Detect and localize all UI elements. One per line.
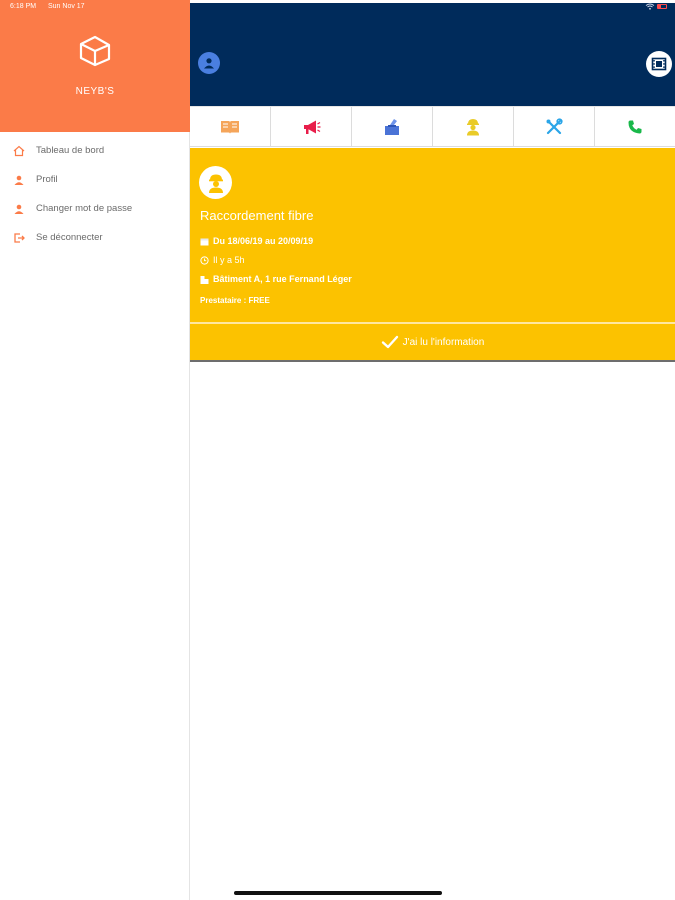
sidebar-item-label: Tableau de bord [36, 145, 105, 156]
worker-icon [467, 118, 479, 135]
status-date: Sun Nov 17 [48, 3, 85, 10]
user-icon [12, 173, 26, 187]
notice-dates: Du 18/06/19 au 20/09/19 [200, 236, 313, 246]
category-vote-button[interactable] [352, 107, 433, 146]
sidebar-item-logout[interactable]: Se déconnecter [0, 223, 190, 252]
sidebar-item-label: Profil [36, 174, 58, 185]
film-icon [651, 57, 667, 71]
cube-logo-icon [78, 34, 112, 68]
profile-avatar-button[interactable] [198, 52, 220, 74]
notice-dates-text: Du 18/06/19 au 20/09/19 [213, 236, 314, 246]
main-content: Raccordement fibre Du 18/06/19 au 20/09/… [190, 0, 675, 900]
user-icon [204, 58, 214, 69]
sidebar: NEYB'S Tableau de bord Profil Changer mo… [0, 0, 190, 900]
logout-icon [12, 231, 26, 245]
sidebar-item-change-password[interactable]: Changer mot de passe [0, 194, 190, 223]
home-icon [12, 144, 26, 158]
app-root: NEYB'S Tableau de bord Profil Changer mo… [0, 0, 675, 900]
phone-icon [628, 120, 642, 133]
notice-age: Il y a 5h [200, 255, 245, 265]
category-maintenance-button[interactable] [514, 107, 595, 146]
ballot-box-icon [385, 118, 399, 135]
notice-location: Bâtiment A, 1 rue Fernand Léger [200, 274, 352, 284]
building-icon [200, 275, 209, 284]
clock-icon [200, 255, 209, 265]
category-bar [190, 106, 675, 147]
sidebar-item-dashboard[interactable]: Tableau de bord [0, 136, 190, 165]
category-info-button[interactable] [190, 107, 271, 146]
notice-provider: Prestataire : FREE [200, 296, 270, 305]
status-time: 6:18 PM [10, 3, 37, 10]
sidebar-menu: Tableau de bord Profil Changer mot de pa… [0, 136, 190, 252]
sidebar-header: NEYB'S [0, 0, 190, 132]
read-confirm-button[interactable]: J'ai lu l'information [190, 322, 675, 362]
category-works-button[interactable] [433, 107, 514, 146]
sidebar-item-label: Se déconnecter [36, 232, 103, 243]
user-lock-icon [12, 202, 26, 216]
home-indicator[interactable] [234, 891, 442, 895]
category-announcement-button[interactable] [271, 107, 352, 146]
book-icon [221, 120, 239, 134]
worker-icon [199, 166, 232, 199]
notice-card[interactable]: Raccordement fibre Du 18/06/19 au 20/09/… [190, 148, 675, 322]
wifi-icon [645, 3, 655, 12]
category-contact-button[interactable] [595, 107, 675, 146]
notice-title: Raccordement fibre [200, 208, 314, 223]
sidebar-item-label: Changer mot de passe [36, 203, 133, 214]
read-confirm-label: J'ai lu l'information [402, 336, 485, 348]
status-bar: 6:18 PM Sun Nov 17 [0, 0, 675, 14]
tools-icon [546, 117, 563, 134]
sidebar-item-profile[interactable]: Profil [0, 165, 190, 194]
megaphone-icon [304, 120, 321, 134]
media-button[interactable] [646, 51, 672, 77]
top-bar [190, 3, 675, 106]
battery-icon [657, 4, 667, 9]
check-icon [381, 335, 399, 349]
brand-name: NEYB'S [75, 86, 115, 97]
notice-location-text: Bâtiment A, 1 rue Fernand Léger [213, 274, 352, 284]
notice-age-text: Il y a 5h [213, 255, 245, 265]
calendar-icon [200, 237, 209, 246]
